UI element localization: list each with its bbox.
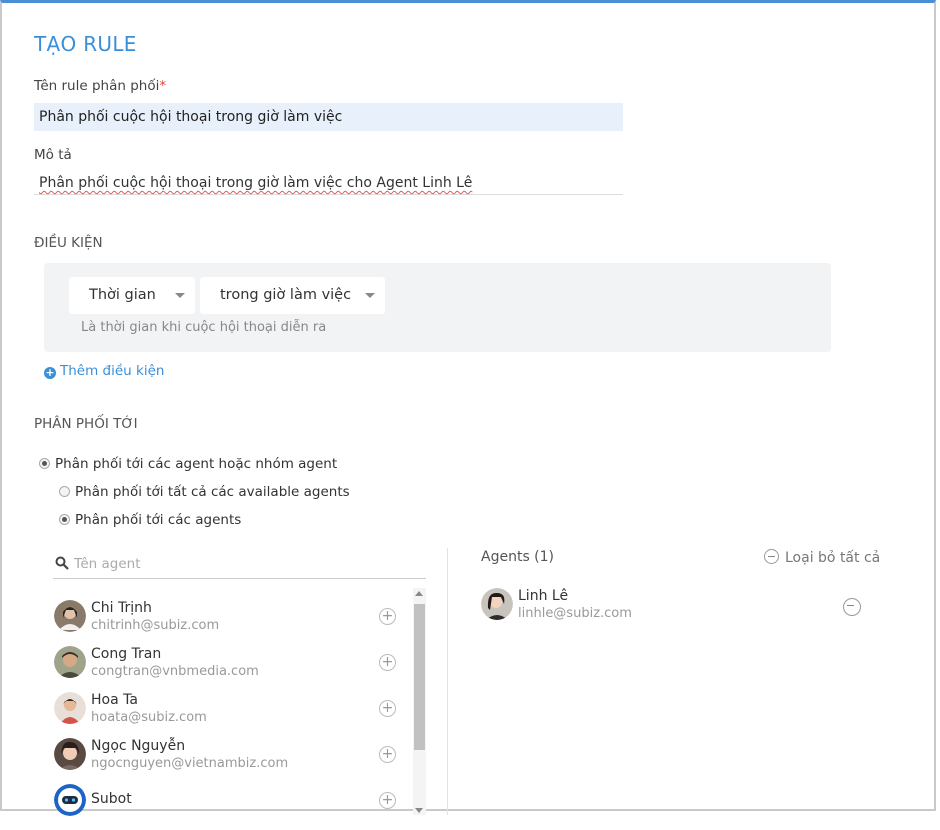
remove-all-button[interactable]: Loại bỏ tất cả bbox=[764, 549, 880, 566]
agent-name: Linh Lê bbox=[518, 588, 569, 604]
conditions-heading: ĐIỀU KIỆN bbox=[34, 235, 103, 251]
agent-list-item: Chi Trịnh chitrinh@subiz.com + bbox=[54, 600, 404, 646]
add-agent-button[interactable]: + bbox=[379, 700, 396, 717]
chevron-down-icon bbox=[175, 293, 185, 298]
agent-email: linhle@subiz.com bbox=[518, 606, 632, 621]
add-condition-label: Thêm điều kiện bbox=[60, 363, 165, 379]
minus-circle-icon bbox=[764, 549, 779, 564]
agent-list-item: Cong Tran congtran@vnbmedia.com + bbox=[54, 646, 404, 692]
avatar bbox=[54, 738, 86, 770]
selected-agents-header: Agents (1) bbox=[481, 549, 555, 565]
search-icon bbox=[55, 556, 69, 570]
radio-specific-agents[interactable] bbox=[59, 514, 70, 525]
condition-field-value: Thời gian bbox=[89, 287, 156, 303]
description-input[interactable]: Phân phối cuộc hội thoại trong giờ làm v… bbox=[34, 170, 623, 195]
distribution-heading: PHÂN PHỐI TỚI bbox=[34, 416, 138, 432]
rule-name-label-text: Tên rule phân phối bbox=[34, 78, 160, 94]
agent-name: Hoa Ta bbox=[91, 692, 138, 708]
agent-email: ngocnguyen@vietnambiz.com bbox=[91, 756, 289, 771]
condition-hint: Là thời gian khi cuộc hội thoại diễn ra bbox=[81, 320, 327, 335]
agent-list-item: Ngọc Nguyễn ngocnguyen@vietnambiz.com + bbox=[54, 738, 404, 784]
avatar bbox=[54, 692, 86, 724]
agent-list-item: Subot + bbox=[54, 784, 404, 830]
required-mark: * bbox=[159, 78, 167, 94]
condition-operator-value: trong giờ làm việc bbox=[220, 287, 352, 303]
column-divider bbox=[447, 548, 448, 815]
agent-email: congtran@vnbmedia.com bbox=[91, 664, 259, 679]
remove-all-label: Loại bỏ tất cả bbox=[785, 550, 881, 566]
add-agent-button[interactable]: + bbox=[379, 746, 396, 763]
radio-all-available-label: Phân phối tới tất cả các available agent… bbox=[75, 484, 350, 500]
agent-list-item: Hoa Ta hoata@subiz.com + bbox=[54, 692, 404, 738]
add-agent-button[interactable]: + bbox=[379, 654, 396, 671]
agent-name: Cong Tran bbox=[91, 646, 162, 662]
bot-avatar bbox=[54, 784, 86, 816]
agent-name: Subot bbox=[91, 791, 132, 807]
add-agent-button[interactable]: + bbox=[379, 792, 396, 809]
condition-box: Thời gian trong giờ làm việc bbox=[44, 263, 831, 352]
agent-email: hoata@subiz.com bbox=[91, 710, 207, 725]
avatar bbox=[481, 588, 513, 620]
description-label: Mô tả bbox=[34, 147, 72, 163]
rule-name-label: Tên rule phân phối* bbox=[34, 78, 166, 94]
agent-name: Chi Trịnh bbox=[91, 600, 152, 616]
search-underline bbox=[53, 578, 426, 579]
scroll-down-icon[interactable] bbox=[415, 808, 423, 813]
radio-agent-or-group-label: Phân phối tới các agent hoặc nhóm agent bbox=[55, 456, 338, 472]
avatar bbox=[54, 646, 86, 678]
plus-circle-icon: + bbox=[44, 366, 56, 379]
radio-agent-or-group[interactable] bbox=[39, 458, 50, 469]
condition-operator-select[interactable]: trong giờ làm việc bbox=[200, 277, 385, 314]
radio-specific-agents-label: Phân phối tới các agents bbox=[75, 512, 242, 528]
add-condition-button[interactable]: + Thêm điều kiện bbox=[44, 363, 164, 379]
rule-name-input[interactable]: Phân phối cuộc hội thoại trong giờ làm v… bbox=[34, 103, 623, 131]
agent-name: Ngọc Nguyễn bbox=[91, 738, 186, 754]
page-title: TẠO RULE bbox=[34, 32, 137, 56]
radio-all-available[interactable] bbox=[59, 486, 70, 497]
description-text: Phân phối cuộc hội thoại trong giờ làm v… bbox=[39, 175, 473, 191]
scrollbar-thumb[interactable] bbox=[414, 604, 425, 750]
agent-search-input[interactable]: Tên agent bbox=[74, 556, 424, 572]
chevron-down-icon bbox=[365, 293, 375, 298]
avatar bbox=[54, 600, 86, 632]
selected-agent-item: Linh Lê linhle@subiz.com bbox=[481, 588, 881, 628]
remove-agent-button[interactable] bbox=[843, 598, 861, 616]
add-agent-button[interactable]: + bbox=[379, 608, 396, 625]
condition-field-select[interactable]: Thời gian bbox=[69, 277, 195, 314]
agent-email: chitrinh@subiz.com bbox=[91, 618, 220, 633]
scroll-up-icon[interactable] bbox=[415, 591, 423, 596]
